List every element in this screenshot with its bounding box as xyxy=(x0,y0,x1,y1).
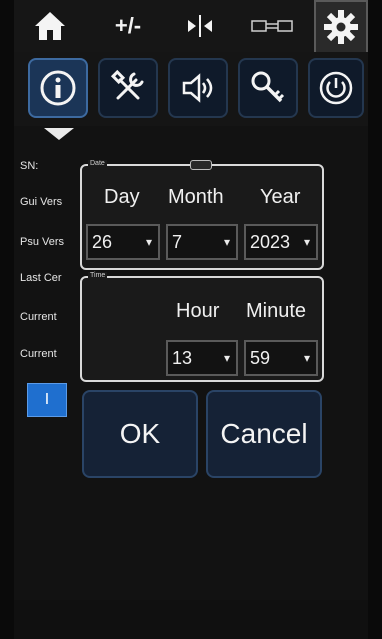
tab-home[interactable] xyxy=(22,0,78,52)
chevron-down-icon: ▾ xyxy=(303,235,310,249)
ok-button[interactable]: OK xyxy=(82,390,198,478)
month-dropdown[interactable]: 7 ▾ xyxy=(166,224,238,260)
gui-version-label: Gui Vers xyxy=(20,196,63,208)
last-cert-label: Last Cer xyxy=(20,272,62,284)
settings-icon-row xyxy=(14,52,368,126)
power-icon xyxy=(319,71,353,105)
date-panel: Date Day Month Year 26 ▾ 7 ▾ 2023 ▾ xyxy=(80,160,324,270)
top-tab-bar: +/- xyxy=(14,0,368,52)
tools-icon xyxy=(110,69,144,100)
connector-icon xyxy=(251,20,293,32)
tab-plus-minus[interactable]: +/- xyxy=(98,0,158,52)
date-panel-caption: Date xyxy=(88,160,107,167)
action-toggle-button[interactable]: I xyxy=(27,383,67,417)
chevron-down-icon: ▾ xyxy=(223,235,230,249)
hour-header: Hour xyxy=(176,300,220,322)
day-dropdown[interactable]: 26 ▾ xyxy=(86,224,160,260)
month-header: Month xyxy=(168,186,224,208)
current-label-2: Current xyxy=(20,348,57,360)
tab-plus-minus-label: +/- xyxy=(114,13,142,38)
chevron-down-icon: ▾ xyxy=(223,351,230,365)
key-icon xyxy=(251,71,285,103)
date-panel-handle xyxy=(190,160,212,170)
minute-header: Minute xyxy=(246,300,307,322)
year-dropdown[interactable]: 2023 ▾ xyxy=(244,224,318,260)
align-icon xyxy=(188,15,212,37)
minute-value: 59 xyxy=(250,347,271,368)
bottom-area xyxy=(14,600,368,639)
day-value: 26 xyxy=(92,231,113,252)
time-panel: Time Hour Minute 13 ▾ 59 ▾ xyxy=(80,272,324,382)
sound-button[interactable] xyxy=(168,58,228,118)
cancel-button-label: Cancel xyxy=(220,418,308,449)
key-button[interactable] xyxy=(238,58,298,118)
year-header: Year xyxy=(260,186,301,208)
tab-settings[interactable] xyxy=(314,0,368,52)
hour-dropdown[interactable]: 13 ▾ xyxy=(166,340,238,376)
left-border xyxy=(0,0,14,639)
tools-button[interactable] xyxy=(98,58,158,118)
minute-dropdown[interactable]: 59 ▾ xyxy=(244,340,318,376)
home-icon xyxy=(35,12,65,40)
sn-label: SN: xyxy=(20,160,39,172)
hour-value: 13 xyxy=(172,347,193,368)
ok-button-label: OK xyxy=(119,418,161,449)
chevron-down-icon: ▾ xyxy=(145,235,152,249)
month-value: 7 xyxy=(172,231,183,252)
tab-align[interactable] xyxy=(172,0,228,52)
info-icon xyxy=(40,70,76,106)
power-button[interactable] xyxy=(308,58,364,118)
chevron-down-icon: ▾ xyxy=(303,351,310,365)
current-label-1: Current xyxy=(20,311,57,323)
right-border xyxy=(368,0,382,639)
psu-version-label: Psu Vers xyxy=(20,236,65,248)
tab-connector[interactable] xyxy=(242,0,302,52)
year-value: 2023 xyxy=(250,231,291,252)
gear-icon xyxy=(324,10,358,44)
info-button[interactable] xyxy=(28,58,88,118)
time-panel-caption: Time xyxy=(88,272,108,279)
cancel-button[interactable]: Cancel xyxy=(206,390,322,478)
day-header: Day xyxy=(104,186,140,208)
speaker-icon xyxy=(182,73,213,103)
action-toggle-label: I xyxy=(44,391,50,408)
